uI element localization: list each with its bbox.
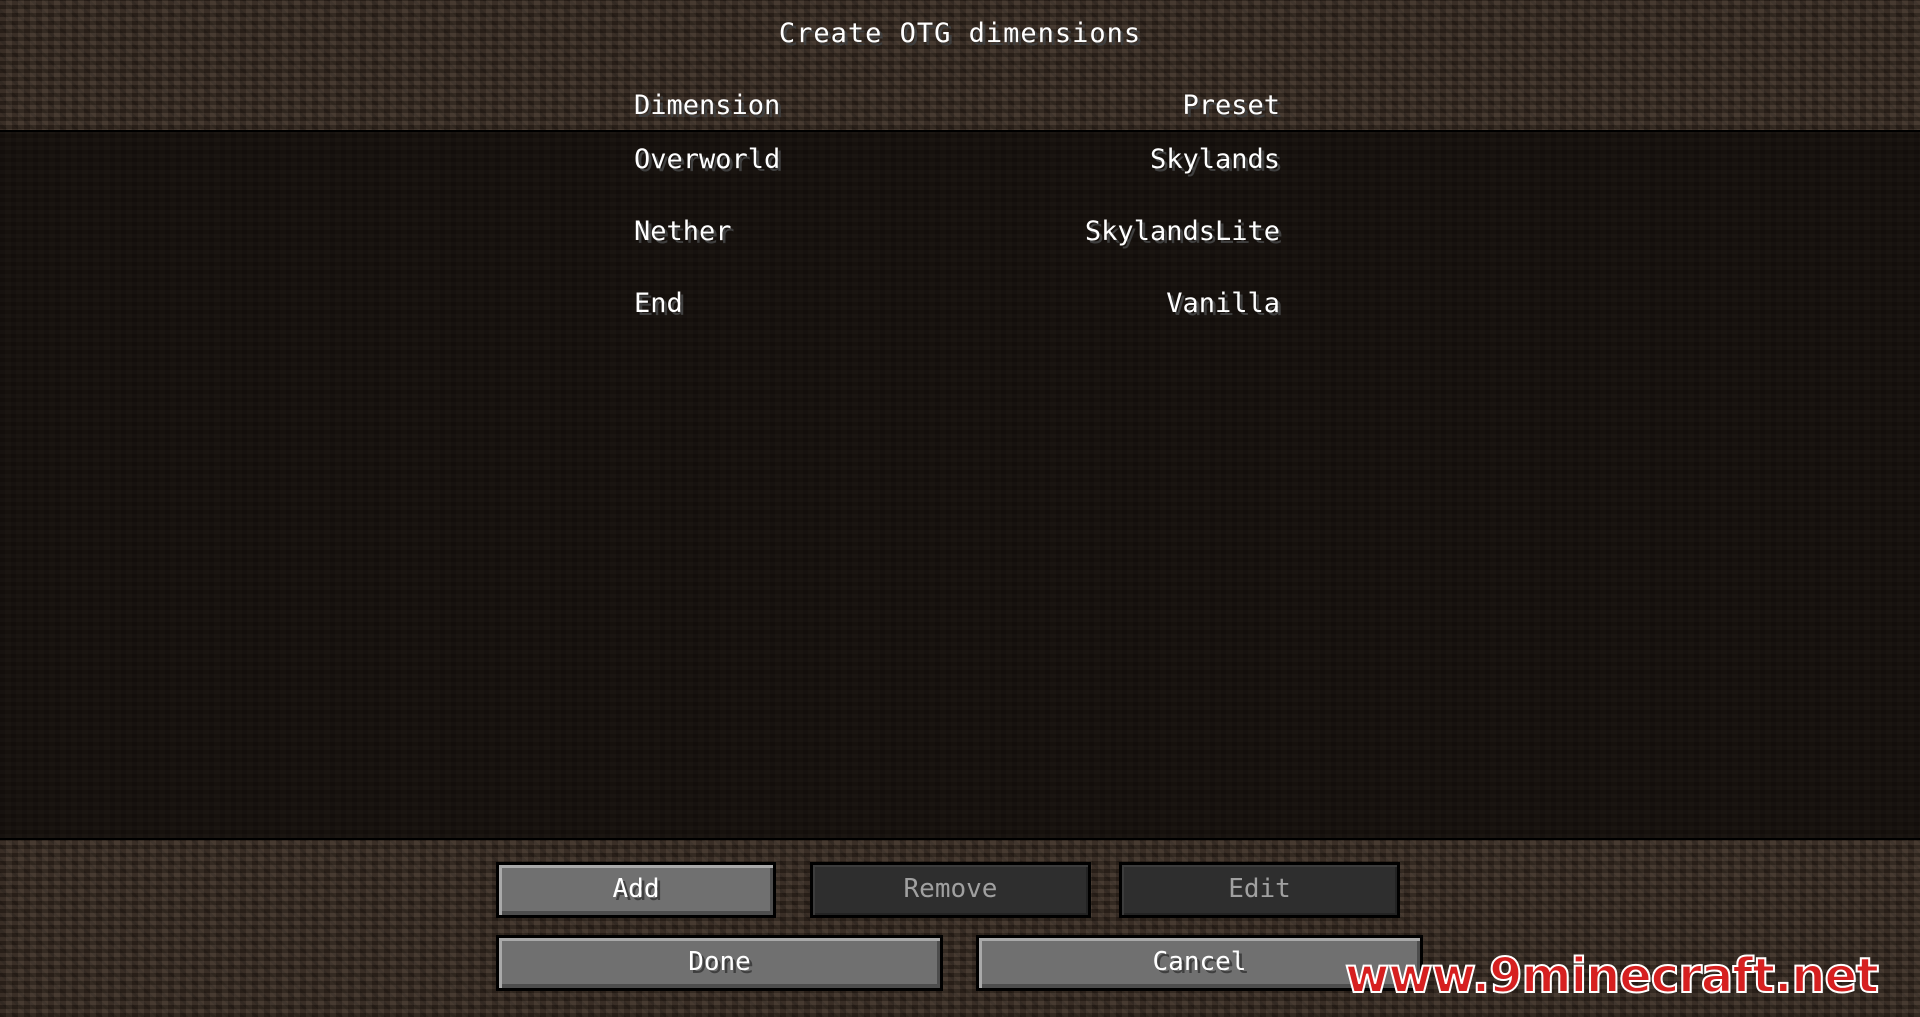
list-row-overworld[interactable]: Overworld Skylands [634,144,1280,184]
add-button[interactable]: Add [496,862,776,918]
column-header-dimension: Dimension [634,90,781,121]
row-dimension-name: Nether [634,216,732,247]
watermark-logo: www.9minecraft.net [1344,948,1880,1004]
row-preset-name: SkylandsLite [1084,216,1280,247]
done-button[interactable]: Done [496,935,943,991]
row-preset-name: Skylands [1149,144,1280,175]
row-dimension-name: Overworld [634,144,781,175]
row-preset-name: Vanilla [1166,288,1280,319]
list-row-nether[interactable]: Nether SkylandsLite [634,216,1280,256]
screen-title: Create OTG dimensions [778,18,1142,49]
column-header-preset: Preset [1182,90,1280,121]
edit-button[interactable]: Edit [1119,862,1400,918]
remove-button[interactable]: Remove [810,862,1091,918]
row-dimension-name: End [634,288,683,319]
list-row-end[interactable]: End Vanilla [634,288,1280,328]
